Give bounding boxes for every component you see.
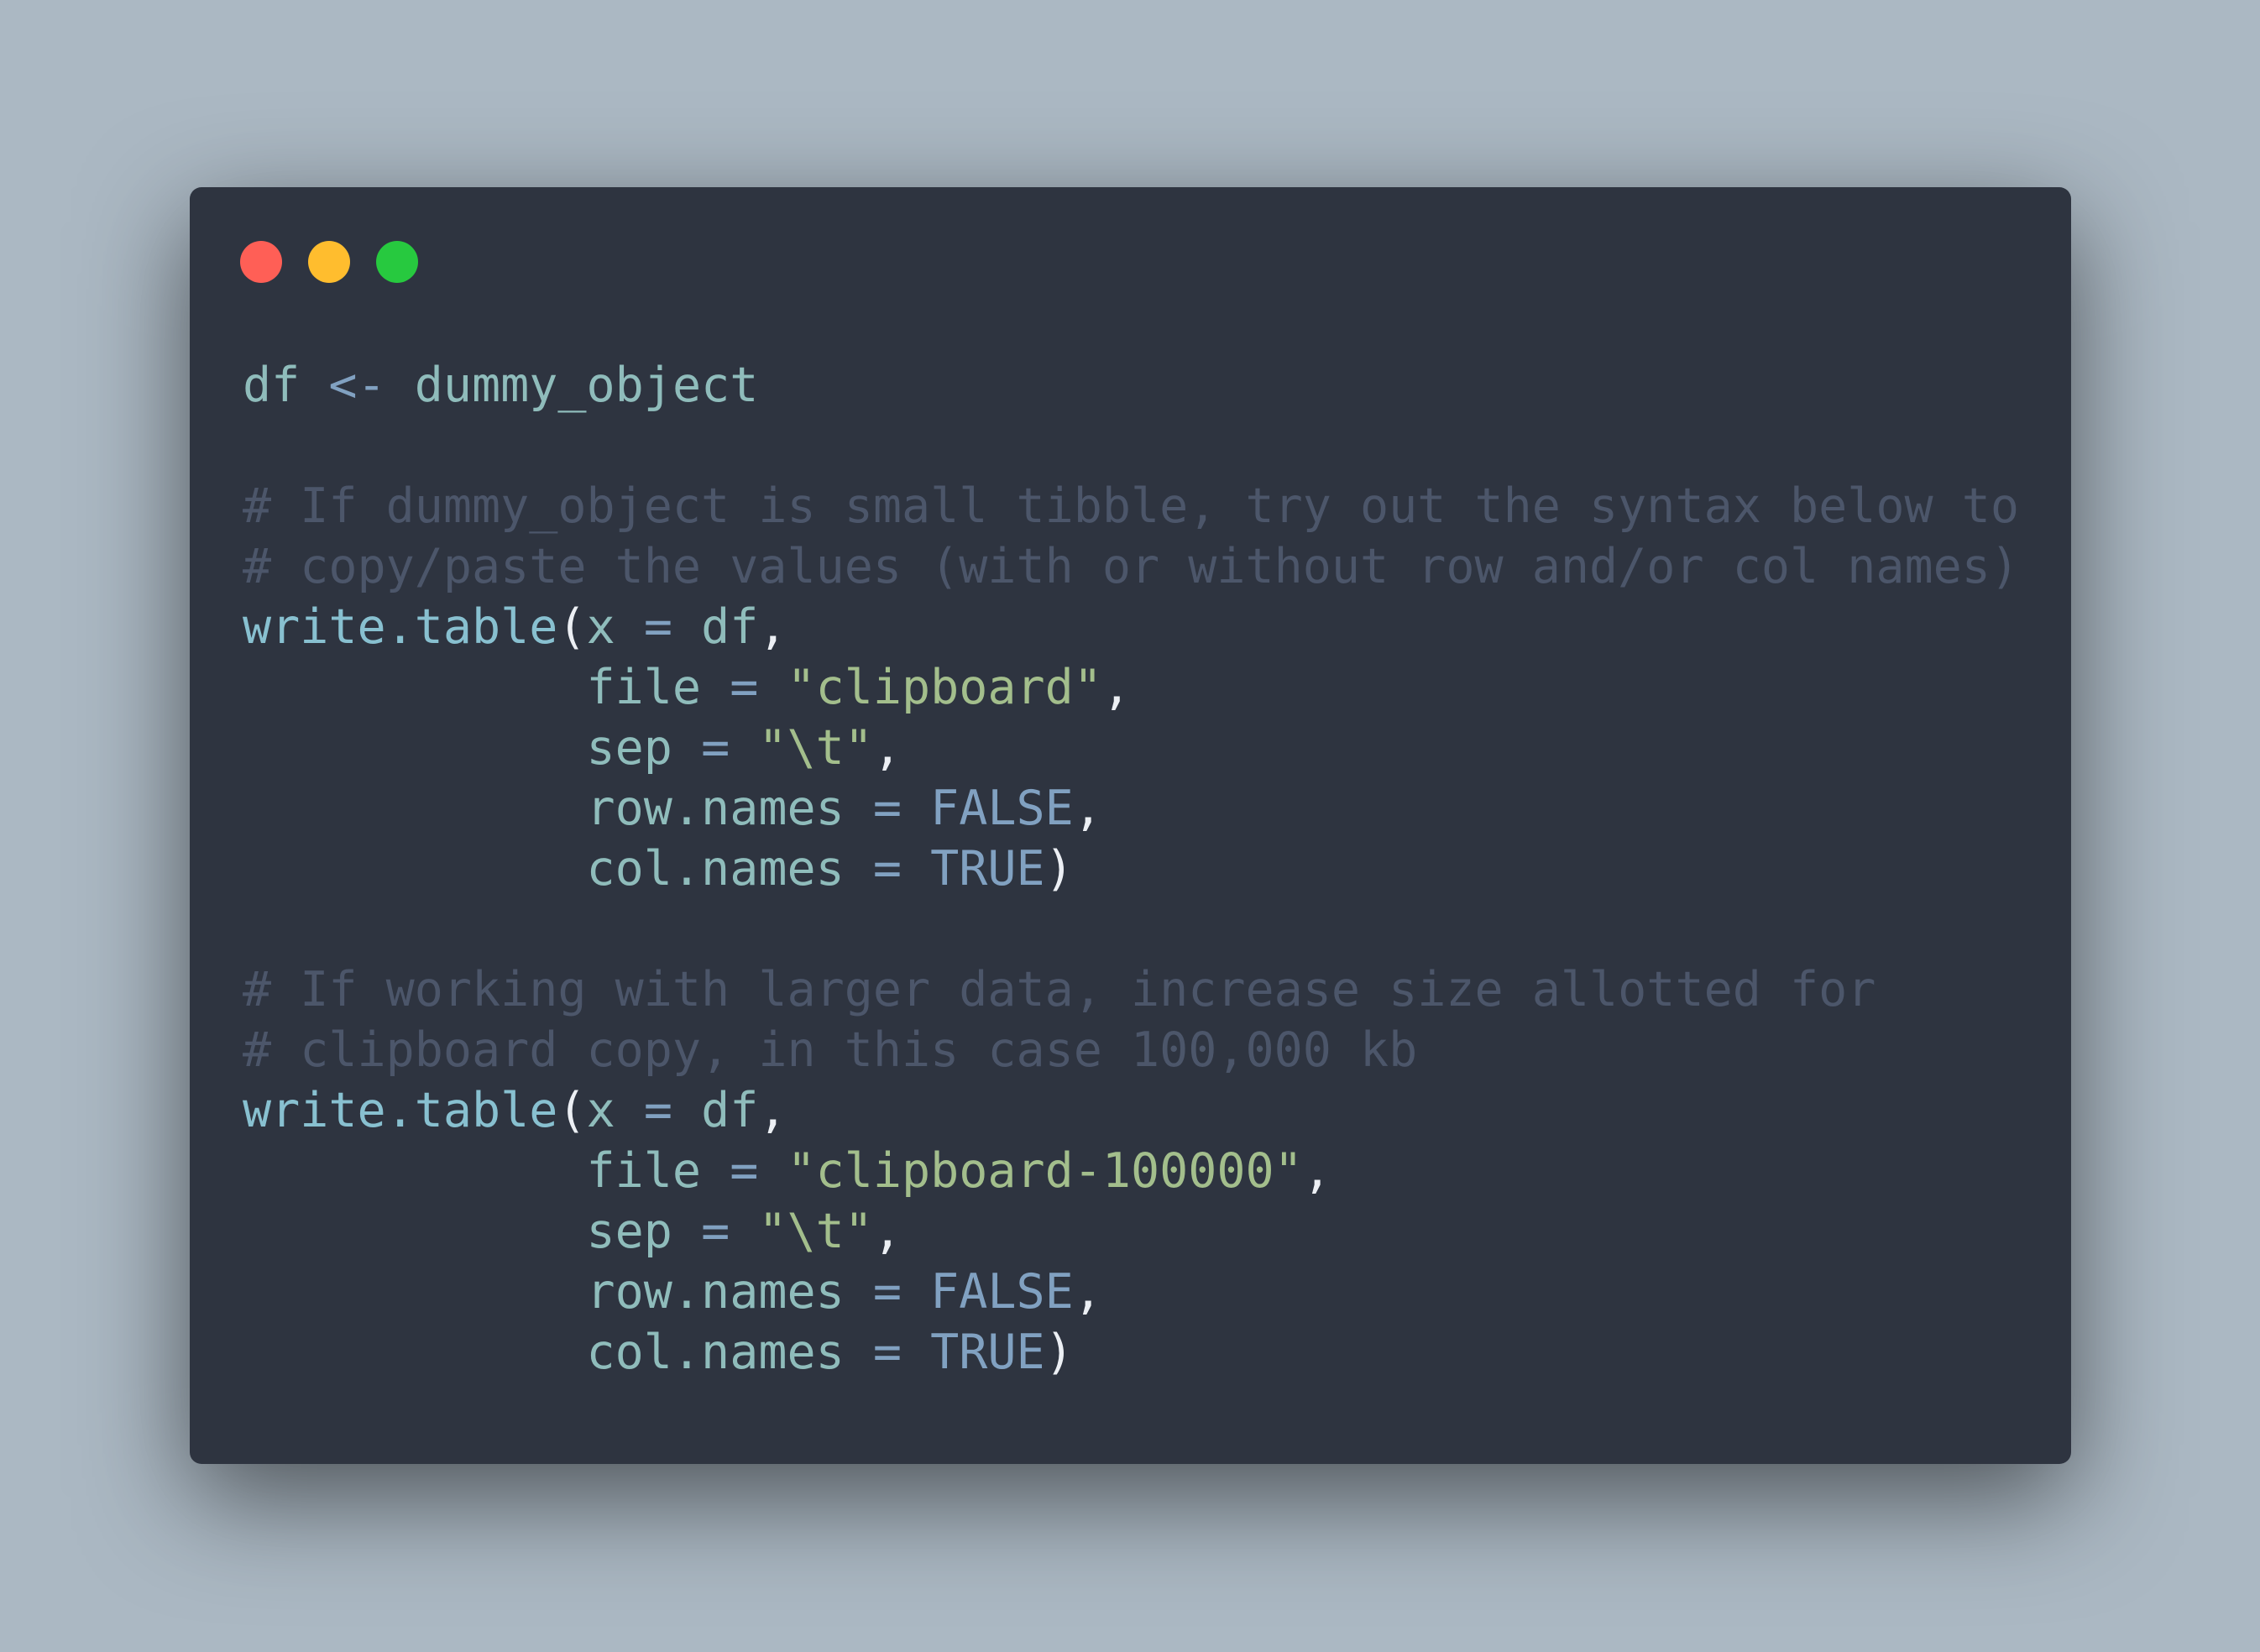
code-punctuation: , [1073, 781, 1102, 836]
code-string: "\t" [758, 720, 873, 776]
code-punctuation: ) [1044, 1325, 1074, 1380]
code-operator: = [701, 660, 787, 715]
code-constant: FALSE [930, 1264, 1074, 1320]
code-line: # clipboard copy, in this case 100,000 k… [243, 1020, 2019, 1080]
code-identifier: dummy_object [414, 358, 759, 413]
code-comment: # If dummy_object is small tibble, try o… [243, 478, 2019, 534]
code-operator: = [844, 1325, 931, 1380]
code-line: write.table(x = df, [243, 597, 2019, 657]
window-controls [240, 241, 418, 283]
code-operator: = [844, 1264, 931, 1320]
maximize-window-icon[interactable] [376, 241, 418, 283]
code-identifier: sep [586, 720, 672, 776]
code-identifier: sep [586, 1204, 672, 1259]
code-string: "\t" [758, 1204, 873, 1259]
code-line: # If dummy_object is small tibble, try o… [243, 476, 2019, 536]
code-line: # copy/paste the values (with or without… [243, 536, 2019, 597]
code-operator: = [672, 1204, 759, 1259]
code-line: col.names = TRUE) [243, 839, 2019, 899]
code-identifier: x [586, 599, 615, 655]
code-constant: TRUE [930, 841, 1045, 897]
code-punctuation: ( [557, 599, 587, 655]
code-function-name: write.table [243, 599, 558, 655]
code-line: df <- dummy_object [243, 355, 2019, 416]
code-punctuation: ) [1044, 841, 1074, 897]
code-punctuation: , [1302, 1143, 1331, 1199]
code-identifier: file [586, 660, 702, 715]
code-function-name: write.table [243, 1083, 558, 1138]
code-operator: <- [300, 358, 415, 413]
code-line: write.table(x = df, [243, 1080, 2019, 1141]
code-constant: TRUE [930, 1325, 1045, 1380]
code-line: sep = "\t", [243, 718, 2019, 778]
code-string: "clipboard" [787, 660, 1102, 715]
code-identifier: col.names [586, 841, 845, 897]
code-constant: FALSE [930, 781, 1074, 836]
code-line: sep = "\t", [243, 1201, 2019, 1262]
code-string: "clipboard-100000" [787, 1143, 1303, 1199]
code-punctuation: , [1073, 1264, 1102, 1320]
code-block[interactable]: df <- dummy_object # If dummy_object is s… [243, 355, 2019, 1383]
code-line: file = "clipboard-100000", [243, 1141, 2019, 1201]
code-line: file = "clipboard", [243, 657, 2019, 718]
code-operator: = [615, 1083, 702, 1138]
code-punctuation: ( [557, 1083, 587, 1138]
code-identifier: row.names [586, 1264, 845, 1320]
code-line: col.names = TRUE) [243, 1322, 2019, 1383]
code-punctuation: , [872, 1204, 902, 1259]
code-operator: = [615, 599, 702, 655]
code-punctuation: , [872, 720, 902, 776]
code-operator: = [844, 841, 931, 897]
minimize-window-icon[interactable] [308, 241, 350, 283]
code-comment: # clipboard copy, in this case 100,000 k… [243, 1022, 1418, 1078]
code-line: row.names = FALSE, [243, 778, 2019, 839]
code-comment: # If working with larger data, increase … [243, 962, 1876, 1017]
code-comment: # copy/paste the values (with or without… [243, 539, 2019, 594]
code-line: # If working with larger data, increase … [243, 959, 2019, 1020]
code-punctuation: , [1101, 660, 1132, 715]
code-operator: = [701, 1143, 787, 1199]
code-punctuation: , [758, 599, 787, 655]
code-punctuation: , [758, 1083, 787, 1138]
code-identifier: col.names [586, 1325, 845, 1380]
code-identifier: x [586, 1083, 615, 1138]
code-identifier: df [243, 358, 301, 413]
code-window: df <- dummy_object # If dummy_object is s… [190, 187, 2071, 1464]
code-operator: = [672, 720, 759, 776]
code-line: row.names = FALSE, [243, 1262, 2019, 1322]
code-identifier: df [701, 599, 759, 655]
code-operator: = [844, 781, 931, 836]
close-window-icon[interactable] [240, 241, 282, 283]
code-identifier: df [701, 1083, 759, 1138]
code-identifier: row.names [586, 781, 845, 836]
code-identifier: file [586, 1143, 702, 1199]
